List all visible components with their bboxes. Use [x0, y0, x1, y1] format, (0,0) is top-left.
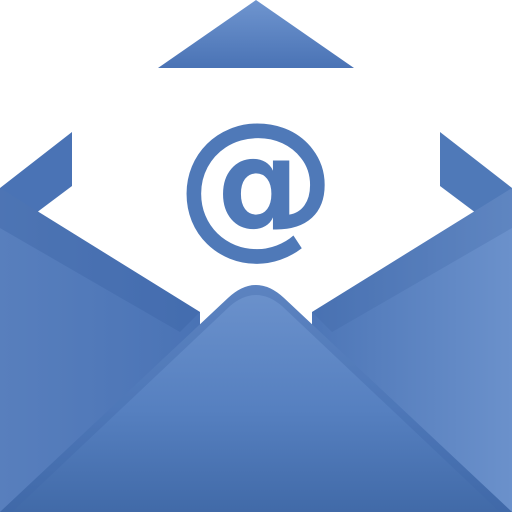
- envelope-back-flap: [158, 0, 354, 68]
- at-symbol-glyph: @: [176, 87, 336, 274]
- email-app-icon: @: [0, 0, 512, 512]
- at-sign-icon: @: [176, 87, 336, 274]
- open-envelope-icon: @: [0, 0, 512, 512]
